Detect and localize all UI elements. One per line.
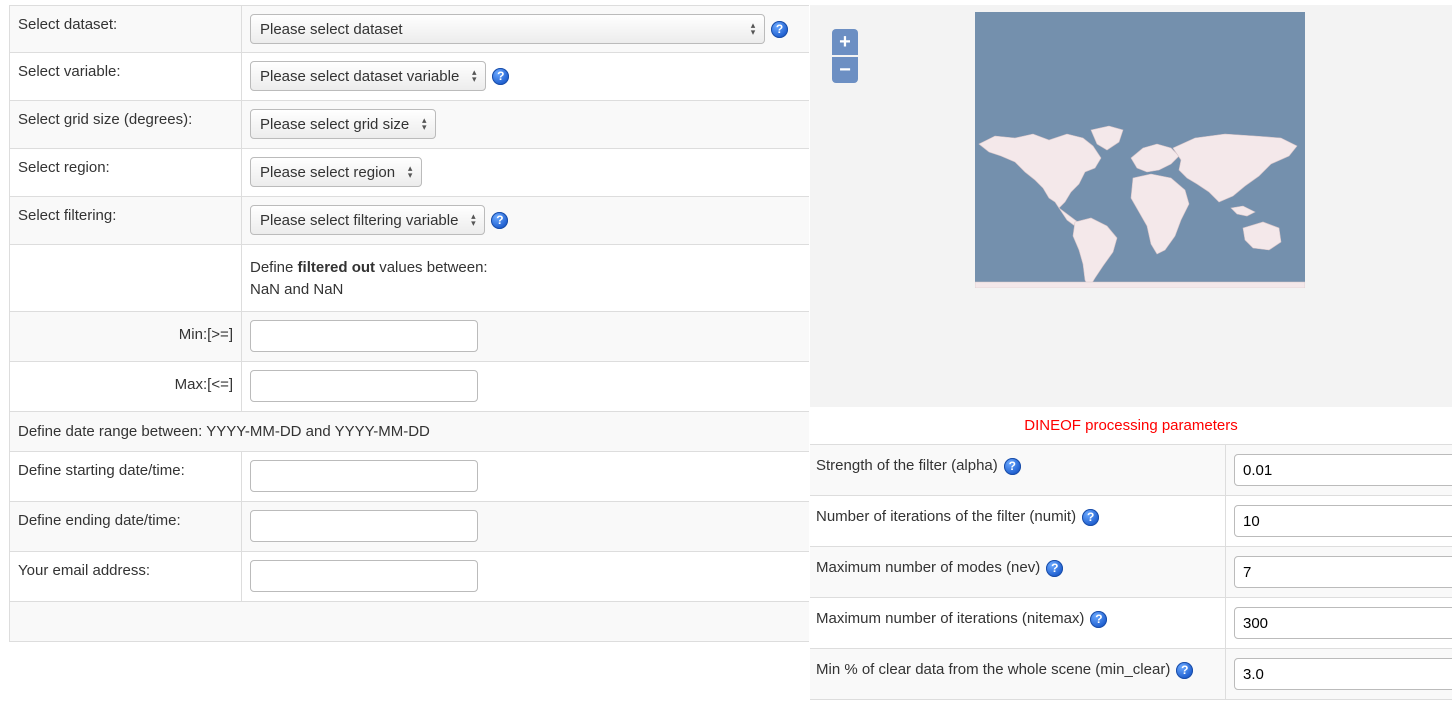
param-row-min-clear: Min % of clear data from the whole scene…: [810, 649, 1452, 700]
min-input[interactable]: [250, 320, 478, 352]
row-email: Your email address:: [10, 552, 809, 602]
select-arrows-icon: ▴ ▾: [407, 163, 413, 180]
world-map-canvas: [974, 125, 1306, 289]
region-label: Select region:: [10, 149, 242, 196]
filtering-select-value: Please select filtering variable: [260, 211, 459, 229]
world-map[interactable]: [974, 12, 1306, 289]
start-date-input[interactable]: [250, 460, 478, 492]
zoom-control: + −: [832, 29, 858, 83]
min-clear-input[interactable]: [1234, 658, 1452, 690]
row-max: Max:[<=]: [10, 362, 809, 412]
row-date-range-note: Define date range between: YYYY-MM-DD an…: [10, 412, 809, 452]
dineof-parameters-panel: DINEOF processing parameters Strength of…: [810, 407, 1452, 700]
param-label: Strength of the filter (alpha): [816, 457, 998, 474]
param-row-nitemax: Maximum number of iterations (nitemax)?: [810, 598, 1452, 649]
nev-input[interactable]: [1234, 556, 1452, 588]
filter-range-text: NaN and NaN: [250, 281, 344, 298]
parameters-title: DINEOF processing parameters: [810, 407, 1452, 445]
param-row-numit: Number of iterations of the filter (numi…: [810, 496, 1452, 547]
region-select-value: Please select region: [260, 163, 396, 181]
map-panel: + −: [810, 5, 1452, 407]
europe-landmass: [1130, 143, 1180, 173]
row-filtering: Select filtering: Please select filterin…: [10, 197, 809, 245]
date-range-note: Define date range between: YYYY-MM-DD an…: [18, 423, 430, 440]
variable-select[interactable]: Please select dataset variable ▴ ▾: [250, 61, 487, 91]
help-icon[interactable]: ?: [492, 67, 510, 85]
email-label: Your email address:: [10, 552, 242, 601]
nitemax-input[interactable]: [1234, 607, 1452, 639]
max-label: Max:[<=]: [10, 362, 242, 411]
help-icon[interactable]: ?: [1046, 559, 1064, 577]
row-region: Select region: Please select region ▴ ▾: [10, 149, 809, 197]
variable-label: Select variable:: [10, 53, 242, 100]
region-select[interactable]: Please select region ▴ ▾: [250, 157, 423, 187]
variable-select-value: Please select dataset variable: [260, 67, 460, 85]
end-date-input[interactable]: [250, 510, 478, 542]
numit-input[interactable]: [1234, 505, 1452, 537]
max-input[interactable]: [250, 370, 478, 402]
row-start-date: Define starting date/time:: [10, 452, 809, 502]
param-label: Number of iterations of the filter (numi…: [816, 508, 1077, 525]
dataset-select-value: Please select dataset: [260, 20, 403, 38]
help-icon[interactable]: ?: [1176, 661, 1194, 679]
help-icon[interactable]: ?: [1082, 508, 1100, 526]
filtering-label: Select filtering:: [10, 197, 242, 244]
grid-size-label: Select grid size (degrees):: [10, 101, 242, 148]
param-label: Maximum number of iterations (nitemax): [816, 610, 1085, 627]
africa-landmass: [1130, 173, 1190, 255]
dataset-form: Select dataset: Please select dataset ▴ ▾…: [9, 5, 809, 642]
north-america-landmass: [978, 133, 1102, 209]
row-filter-note: Define filtered out values between: NaN …: [10, 245, 809, 312]
zoom-out-button[interactable]: −: [832, 57, 858, 83]
select-arrows-icon: ▴ ▾: [472, 67, 477, 84]
grid-size-select[interactable]: Please select grid size ▴ ▾: [250, 109, 437, 139]
param-row-alpha: Strength of the filter (alpha)?: [810, 445, 1452, 496]
row-footer: [10, 602, 809, 642]
start-date-label: Define starting date/time:: [10, 452, 242, 501]
southeast-asia-islands: [1230, 205, 1256, 217]
param-row-nev: Maximum number of modes (nev)?: [810, 547, 1452, 598]
select-arrows-icon: ▴ ▾: [471, 211, 476, 228]
row-dataset: Select dataset: Please select dataset ▴ ▾…: [10, 6, 809, 53]
min-label: Min:[>=]: [10, 312, 242, 361]
row-grid-size: Select grid size (degrees): Please selec…: [10, 101, 809, 149]
dataset-select[interactable]: Please select dataset ▴ ▾: [250, 14, 765, 44]
filtering-select[interactable]: Please select filtering variable ▴ ▾: [250, 205, 486, 235]
help-icon[interactable]: ?: [491, 211, 509, 229]
row-min: Min:[>=]: [10, 312, 809, 362]
email-input[interactable]: [250, 560, 478, 592]
antarctica-landmass: [974, 281, 1306, 289]
australia-landmass: [1242, 221, 1282, 251]
help-icon[interactable]: ?: [771, 20, 788, 38]
row-variable: Select variable: Please select dataset v…: [10, 53, 809, 101]
param-label: Min % of clear data from the whole scene…: [816, 661, 1171, 678]
greenland-landmass: [1090, 125, 1124, 151]
south-america-landmass: [1072, 217, 1118, 289]
row-end-date: Define ending date/time:: [10, 502, 809, 552]
select-arrows-icon: ▴ ▾: [421, 115, 427, 132]
alpha-input[interactable]: [1234, 454, 1452, 486]
zoom-in-button[interactable]: +: [832, 29, 858, 55]
filter-note: Define filtered out values between: NaN …: [250, 259, 488, 298]
param-label: Maximum number of modes (nev): [816, 559, 1041, 576]
select-arrows-icon: ▴ ▾: [750, 20, 756, 37]
help-icon[interactable]: ?: [1090, 610, 1108, 628]
grid-size-select-value: Please select grid size: [260, 115, 410, 133]
end-date-label: Define ending date/time:: [10, 502, 242, 551]
filter-note-emphasis: filtered out: [297, 259, 376, 276]
help-icon[interactable]: ?: [1003, 457, 1021, 475]
asia-landmass: [1172, 133, 1298, 203]
dataset-label: Select dataset:: [10, 6, 242, 52]
